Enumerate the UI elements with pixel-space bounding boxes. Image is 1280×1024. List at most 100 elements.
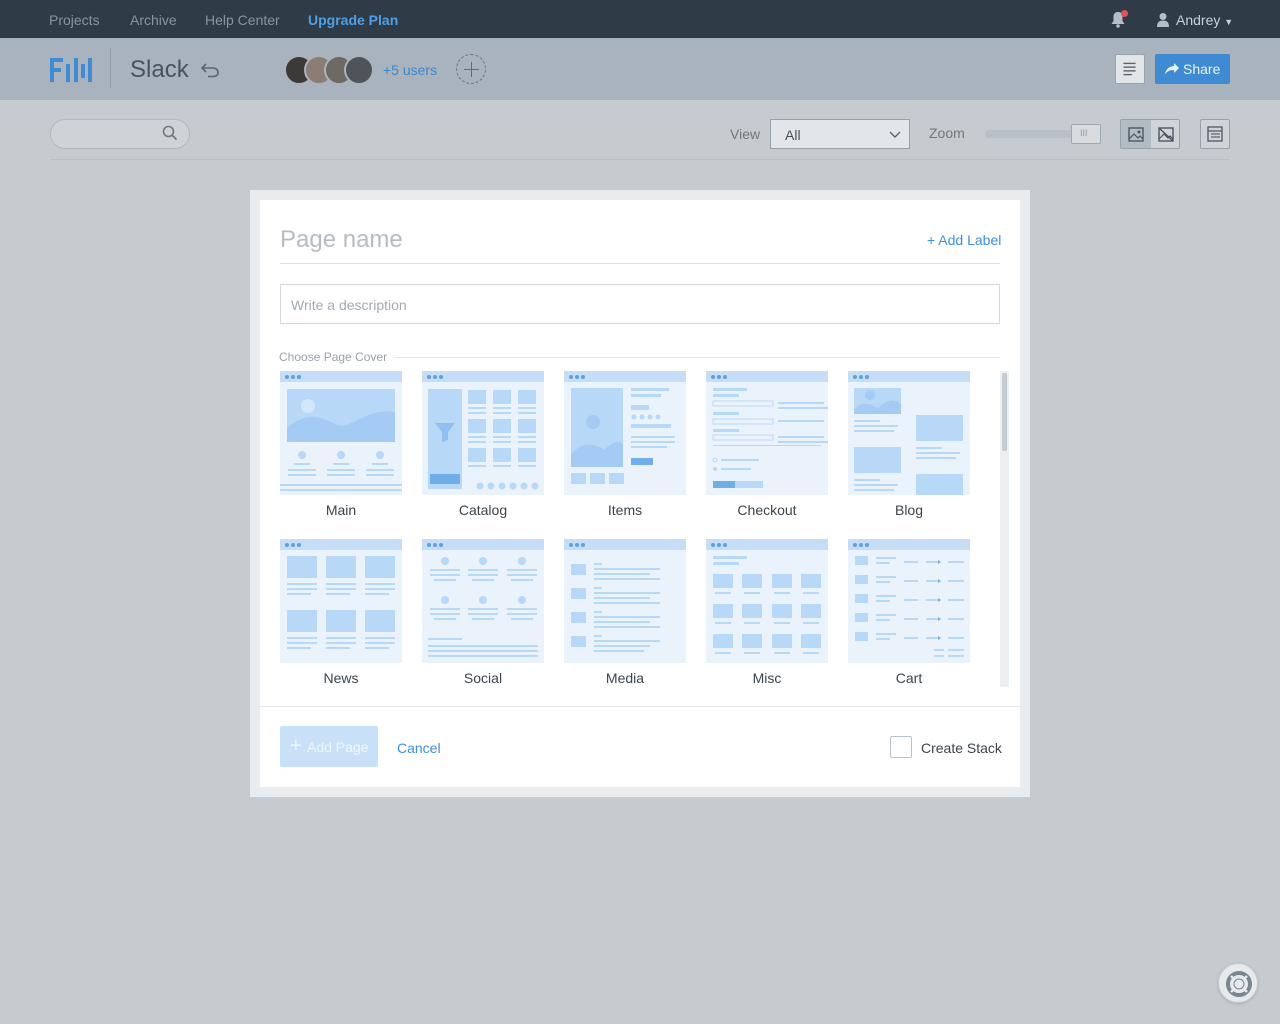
media-layout-thumbnail	[571, 563, 660, 652]
user-name: Andrey	[1176, 12, 1221, 28]
image-off-icon[interactable]	[1158, 127, 1174, 142]
window-dot	[433, 375, 437, 379]
cover-blog-label: Blog	[894, 502, 924, 518]
help-button[interactable]	[1218, 963, 1258, 1003]
create-stack-label[interactable]: Create Stack	[921, 740, 1002, 756]
zoom-slider-track[interactable]	[985, 130, 1085, 138]
cover-blog[interactable]	[848, 371, 970, 495]
add-user-button[interactable]	[456, 54, 486, 84]
page-name-underline	[280, 263, 1000, 264]
main-layout-thumbnail	[280, 389, 402, 491]
nav-help-center[interactable]: Help Center	[205, 12, 280, 28]
news-layout-thumbnail	[287, 556, 395, 649]
window-dot	[723, 543, 727, 547]
window-dot	[297, 543, 301, 547]
cover-main-label: Main	[325, 502, 357, 518]
share-button[interactable]: Share	[1155, 54, 1230, 84]
cover-news[interactable]	[280, 539, 402, 663]
window-dot	[853, 543, 857, 547]
window-dot	[859, 375, 863, 379]
checkout-layout-thumbnail	[712, 388, 828, 488]
header-divider	[110, 48, 111, 88]
cover-checkout-label: Checkout	[737, 502, 797, 518]
nav-upgrade-plan[interactable]: Upgrade Plan	[308, 12, 398, 28]
window-dot	[433, 543, 437, 547]
window-dot	[297, 375, 301, 379]
notes-button[interactable]	[1115, 54, 1145, 84]
app-logo[interactable]	[50, 58, 92, 82]
cover-catalog[interactable]	[422, 371, 544, 495]
view-label: View	[730, 126, 761, 142]
add-label-link[interactable]: + Add Label	[927, 232, 1001, 248]
blog-layout-thumbnail	[854, 388, 963, 495]
cover-checkout[interactable]	[706, 371, 828, 495]
cover-section-divider	[395, 357, 1000, 358]
lifebuoy-icon	[1226, 971, 1252, 997]
search-icon[interactable]	[162, 125, 178, 141]
chevron-down-icon: ▼	[1224, 17, 1234, 27]
window-dot	[291, 543, 295, 547]
cover-media-label: Media	[605, 670, 645, 686]
nav-archive[interactable]: Archive	[130, 12, 177, 28]
share-label: Share	[1183, 61, 1221, 77]
cover-cart[interactable]	[848, 539, 970, 663]
project-title[interactable]: Slack	[130, 56, 189, 84]
window-dot	[427, 375, 431, 379]
cancel-button[interactable]: Cancel	[397, 740, 441, 756]
window-dot	[285, 543, 289, 547]
window-dot	[859, 543, 863, 547]
list-view-button[interactable]	[1200, 119, 1230, 149]
user-menu[interactable]: Andrey ▼	[1176, 12, 1233, 28]
list-icon	[1207, 126, 1223, 142]
user-icon[interactable]	[1156, 12, 1170, 27]
cover-social[interactable]	[422, 539, 544, 663]
window-dot	[575, 543, 579, 547]
chevron-down-icon	[889, 131, 901, 138]
window-dot	[575, 375, 579, 379]
avatar[interactable]	[344, 55, 374, 85]
more-users-link[interactable]: +5 users	[383, 62, 437, 78]
window-dot	[581, 375, 585, 379]
page-name-input[interactable]: Page name	[280, 226, 403, 254]
window-dot	[285, 375, 289, 379]
image-toggle[interactable]	[1120, 119, 1180, 149]
project-header	[0, 38, 1280, 100]
undo-icon[interactable]	[200, 62, 220, 78]
cover-main[interactable]	[280, 371, 402, 495]
cover-scrollbar-thumb[interactable]	[1002, 373, 1007, 451]
cover-misc-label: Misc	[752, 670, 782, 686]
dialog-footer-divider	[260, 706, 1020, 707]
view-select-value: All	[785, 127, 801, 143]
window-dot	[853, 375, 857, 379]
image-on-icon[interactable]	[1128, 127, 1144, 142]
cover-media[interactable]	[564, 539, 686, 663]
notes-icon	[1123, 62, 1136, 76]
create-stack-checkbox[interactable]	[890, 736, 912, 758]
description-input[interactable]: Write a description	[280, 284, 1000, 324]
description-placeholder: Write a description	[291, 297, 407, 313]
notification-dot	[1121, 10, 1128, 17]
window-dot	[865, 375, 869, 379]
window-dot	[717, 543, 721, 547]
cover-news-label: News	[323, 670, 359, 686]
cover-cart-label: Cart	[895, 670, 923, 686]
nav-projects[interactable]: Projects	[49, 12, 100, 28]
share-arrow-icon	[1165, 63, 1179, 75]
collaborator-avatars[interactable]	[284, 55, 376, 85]
cover-misc[interactable]	[706, 539, 828, 663]
zoom-slider-handle[interactable]	[1071, 124, 1101, 144]
window-dot	[569, 375, 573, 379]
window-dot	[711, 375, 715, 379]
cover-catalog-label: Catalog	[458, 502, 508, 518]
window-dot	[865, 543, 869, 547]
zoom-label: Zoom	[929, 125, 965, 141]
cover-items[interactable]	[564, 371, 686, 495]
window-dot	[427, 543, 431, 547]
cart-layout-thumbnail	[855, 556, 964, 657]
cover-items-label: Items	[607, 502, 643, 518]
window-dot	[711, 543, 715, 547]
add-page-button[interactable]: + Add Page	[280, 726, 378, 767]
cover-section-label: Choose Page Cover	[279, 350, 388, 364]
window-dot	[723, 375, 727, 379]
view-select[interactable]: All	[770, 119, 910, 149]
